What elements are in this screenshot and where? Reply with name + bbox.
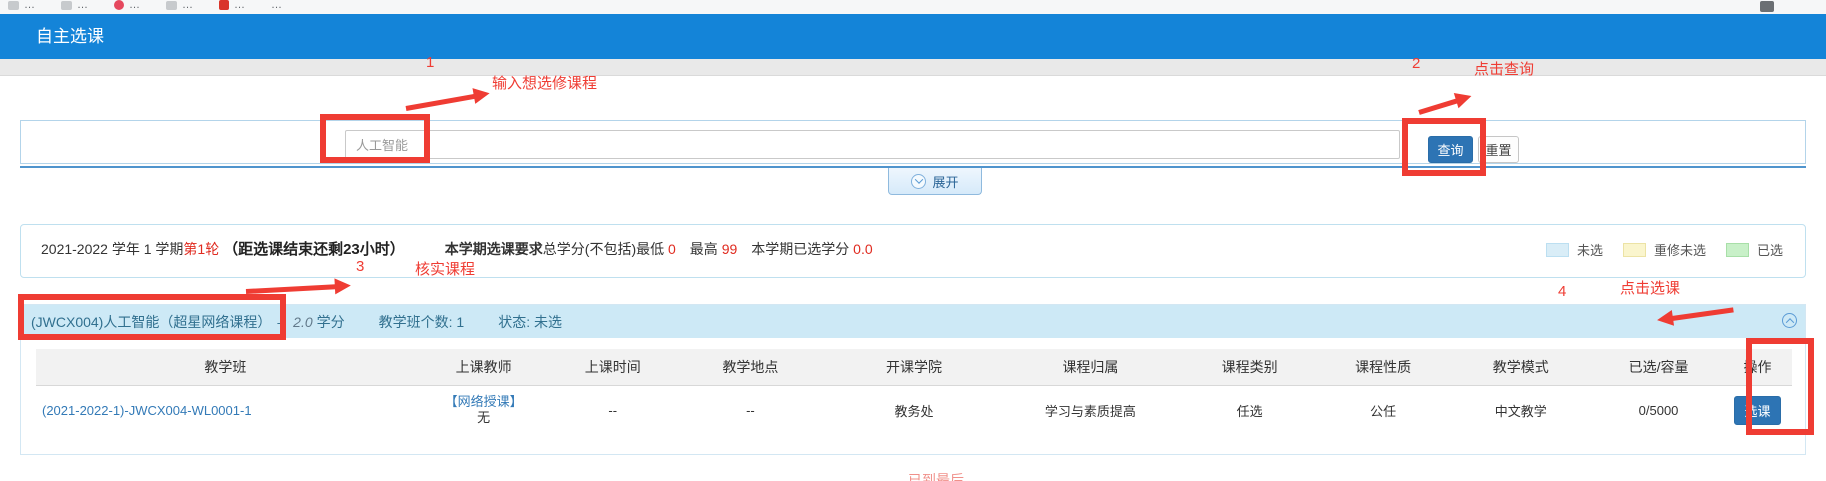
step3-text: 核实课程 — [415, 258, 475, 279]
bookmark-item[interactable]: … — [219, 0, 245, 11]
col-header-nature: 课程性质 — [1319, 349, 1448, 385]
chevron-up-icon[interactable] — [1782, 313, 1797, 328]
class-college: 教务处 — [828, 385, 1000, 435]
status-legend: 未选 重修未选 已选 — [1546, 240, 1783, 259]
legend-label: 未选 — [1577, 240, 1603, 259]
step3-number: 3 — [356, 258, 364, 275]
app-header: 自主选课 — [0, 14, 1826, 59]
credit-requirement-rest: 总学分(不包括)最低 — [543, 241, 664, 257]
class-capacity: 0/5000 — [1594, 385, 1723, 435]
col-header-place: 教学地点 — [673, 349, 828, 385]
legend-item-unselected: 未选 — [1546, 240, 1603, 259]
selected-credit-label: 本学期已选学分 — [751, 241, 849, 257]
course-credit-value: 2.0 — [293, 314, 312, 330]
step2-arrow-icon — [1418, 98, 1458, 114]
class-nature: 公任 — [1319, 385, 1448, 435]
col-header-teacher: 上课教师 — [415, 349, 553, 385]
col-header-capacity: 已选/容量 — [1594, 349, 1723, 385]
col-header-mode: 教学模式 — [1448, 349, 1594, 385]
sub-header-strip — [0, 59, 1826, 76]
step1-text: 输入想选修课程 — [492, 72, 597, 93]
table-header-row: 教学班 上课教师 上课时间 教学地点 开课学院 课程归属 课程类别 课程性质 教… — [36, 349, 1792, 385]
course-header-bar[interactable]: (JWCX004)人工智能（超星网络课程） – 2.0 学分 教学班个数: 1 … — [21, 305, 1805, 338]
selection-countdown: （距选课结束还剩23小时） — [223, 241, 405, 258]
legend-swatch — [1726, 243, 1749, 257]
teacher-name: 无 — [415, 410, 553, 426]
legend-item-retake: 重修未选 — [1623, 240, 1706, 259]
max-credit-value: 99 — [722, 241, 738, 257]
course-title: (JWCX004)人工智能（超星网络课程） — [31, 312, 271, 332]
legend-label: 已选 — [1757, 240, 1783, 259]
reset-button[interactable]: 重置 — [1478, 136, 1519, 163]
bookmark-item[interactable]: … — [114, 0, 140, 11]
step3-arrow-icon — [246, 284, 336, 294]
bookmark-label: … — [129, 0, 140, 11]
step2-number: 2 — [1412, 55, 1420, 72]
expand-toggle[interactable]: 展开 — [888, 168, 982, 195]
step1-arrow-icon — [406, 94, 476, 111]
class-belong: 学习与素质提高 — [1000, 385, 1181, 435]
bookmark-label: … — [77, 0, 88, 11]
semester-term: 2021-2022 学年 1 学期 — [41, 241, 183, 257]
min-credit-value: 0 — [668, 241, 676, 257]
class-category: 任选 — [1181, 385, 1319, 435]
bookmark-item[interactable]: … — [8, 0, 35, 11]
class-table: 教学班 上课教师 上课时间 教学地点 开课学院 课程归属 课程类别 课程性质 教… — [36, 349, 1792, 435]
col-header-category: 课程类别 — [1181, 349, 1319, 385]
col-header-belong: 课程归属 — [1000, 349, 1181, 385]
browser-bookmarks-bar: … … … … … … — [0, 0, 1826, 14]
bookmark-label: … — [24, 0, 35, 11]
semester-info: 2021-2022 学年 1 学期第1轮 （距选课结束还剩23小时） 本学期选课要… — [41, 238, 873, 259]
select-course-button[interactable]: 选课 — [1734, 396, 1781, 425]
page-title: 自主选课 — [36, 14, 104, 59]
col-header-action: 操作 — [1723, 349, 1792, 385]
step4-text: 点击选课 — [1620, 277, 1680, 298]
class-mode: 中文教学 — [1448, 385, 1594, 435]
expand-label: 展开 — [932, 172, 958, 191]
semester-panel: 2021-2022 学年 1 学期第1轮 （距选课结束还剩23小时） 本学期选课要… — [20, 224, 1806, 278]
bookmark-item[interactable]: … — [61, 0, 88, 11]
credit-requirement-bold: 本学期选课要求 — [445, 241, 543, 257]
col-header-time: 上课时间 — [552, 349, 673, 385]
page: … … … … … … 自主选课 查询 重置 展开 2021-2022 学年 1… — [0, 0, 1826, 481]
legend-label: 重修未选 — [1654, 240, 1706, 259]
query-button[interactable]: 查询 — [1428, 136, 1473, 163]
folder-icon — [166, 1, 177, 10]
bookmark-label: … — [271, 0, 282, 11]
folder-icon — [61, 1, 72, 10]
course-dash: – — [277, 314, 285, 330]
max-credit-label: 最高 — [690, 241, 718, 257]
step1-number: 1 — [426, 54, 434, 71]
col-header-college: 开课学院 — [828, 349, 1000, 385]
red-badge-icon — [219, 0, 229, 10]
red-dot-icon — [114, 0, 124, 10]
bookmark-label: … — [234, 0, 245, 11]
legend-swatch — [1546, 243, 1569, 257]
teacher-tag-link[interactable]: 【网络授课】 — [415, 394, 553, 410]
class-place: -- — [673, 385, 828, 435]
semester-round: 第1轮 — [183, 241, 219, 257]
course-credit-unit: 学分 — [317, 312, 345, 332]
course-class-count: 教学班个数: 1 — [379, 312, 465, 332]
step4-number: 4 — [1558, 283, 1566, 300]
bookmark-item[interactable]: … — [271, 0, 282, 11]
bookmark-label: … — [182, 0, 193, 11]
table-row: (2021-2022-1)-JWCX004-WL0001-1 【网络授课】 无 … — [36, 385, 1792, 435]
end-of-list-text: 已到最后 — [908, 470, 964, 481]
course-search-input[interactable] — [345, 130, 1400, 159]
chevron-down-icon — [911, 174, 926, 189]
course-status: 状态: 未选 — [498, 312, 562, 332]
bookmark-item[interactable]: … — [166, 0, 193, 11]
step2-text: 点击查询 — [1474, 58, 1534, 79]
browser-panel-icon[interactable] — [1760, 1, 1774, 12]
class-name-link[interactable]: (2021-2022-1)-JWCX004-WL0001-1 — [36, 403, 415, 418]
legend-item-selected: 已选 — [1726, 240, 1783, 259]
class-time: -- — [552, 385, 673, 435]
course-card: (JWCX004)人工智能（超星网络课程） – 2.0 学分 教学班个数: 1 … — [20, 304, 1806, 455]
selected-credit-value: 0.0 — [853, 241, 872, 257]
folder-icon — [8, 1, 19, 10]
col-header-class: 教学班 — [36, 349, 415, 385]
legend-swatch — [1623, 243, 1646, 257]
